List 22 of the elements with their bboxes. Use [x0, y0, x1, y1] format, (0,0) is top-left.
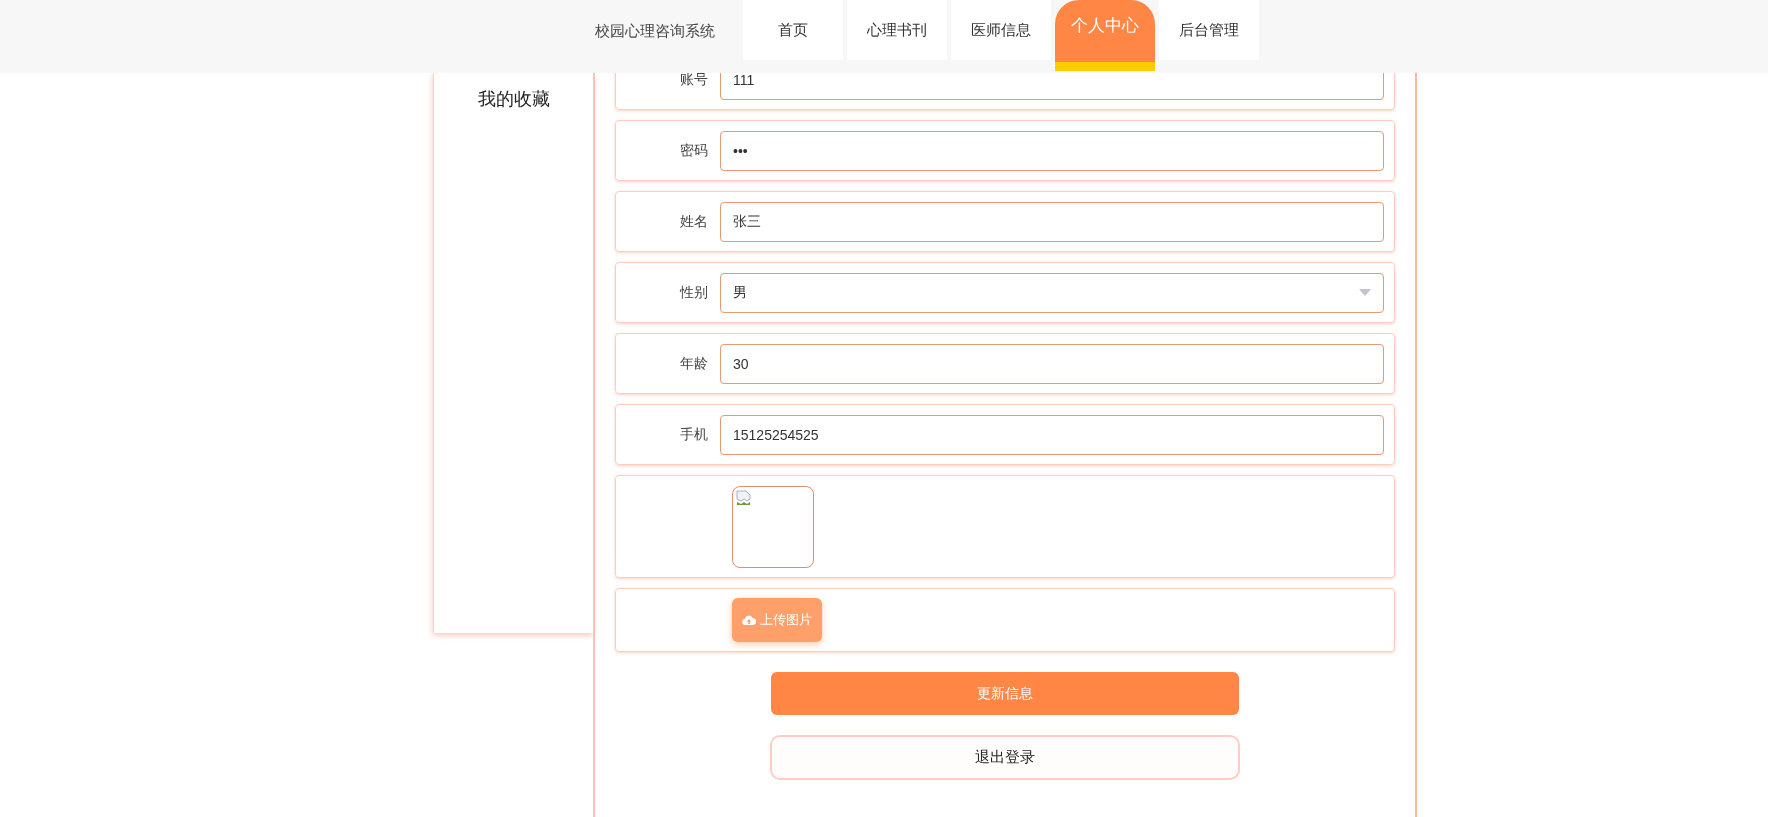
- sidebar-item[interactable]: 我的收藏: [477, 83, 550, 115]
- field-label: 姓名: [679, 212, 709, 231]
- nav-tab[interactable]: 医师信息: [951, 0, 1051, 60]
- field-label: 手机: [679, 425, 709, 444]
- input-field[interactable]: 30: [720, 343, 1384, 384]
- site-title: 校园心理咨询系统: [595, 22, 716, 41]
- nav-tab[interactable]: 心理书刊: [847, 0, 947, 60]
- input-field[interactable]: 111: [720, 73, 1384, 100]
- field-label: 密码: [679, 141, 709, 160]
- password-field[interactable]: •••: [720, 130, 1384, 171]
- nav-tab[interactable]: 后台管理: [1159, 0, 1259, 60]
- broken-image-icon: [736, 489, 752, 506]
- field-label: 账号: [679, 73, 709, 89]
- gender-select[interactable]: 男: [720, 272, 1384, 313]
- field-label: 性别: [678, 283, 709, 302]
- field-label: 年龄: [679, 354, 709, 373]
- caret-icon: [1359, 289, 1371, 296]
- input-field[interactable]: 张三: [720, 201, 1384, 242]
- logout-button[interactable]: 退出登录: [770, 735, 1240, 780]
- cloud-upload-icon: [742, 614, 756, 626]
- nav-tab[interactable]: 首页: [743, 0, 843, 60]
- input-field[interactable]: 15125254525: [720, 414, 1384, 455]
